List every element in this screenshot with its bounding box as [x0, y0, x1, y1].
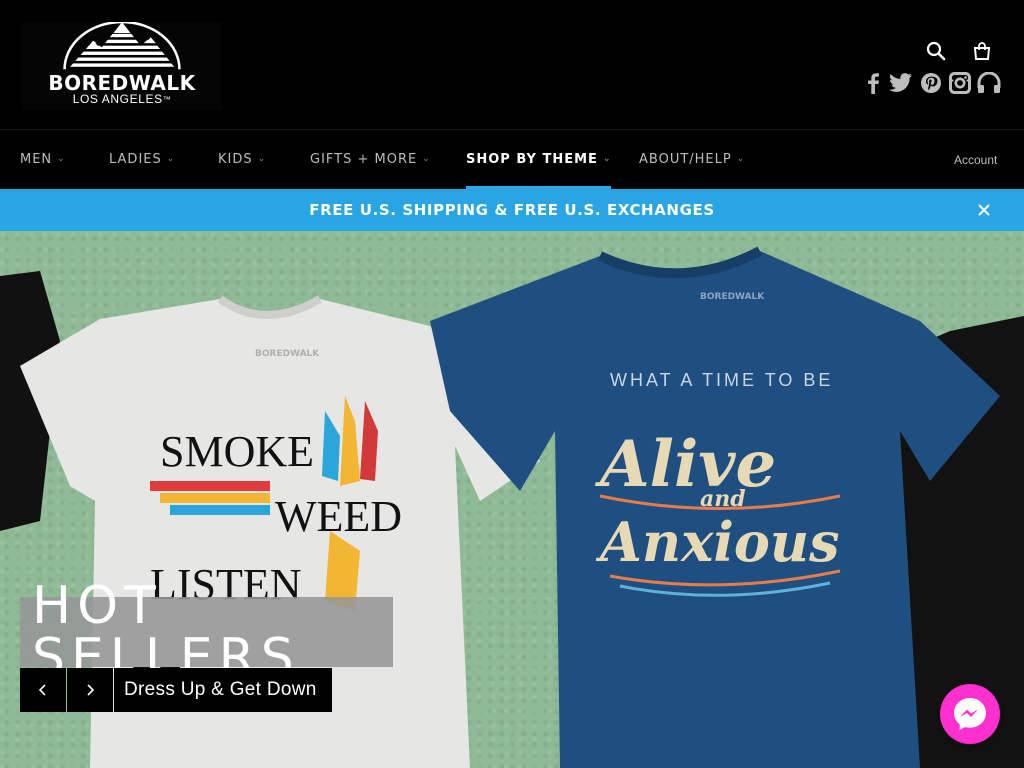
- svg-text:Alive: Alive: [595, 427, 776, 502]
- site-header: BOREDWALK LOS ANGELES™: [0, 0, 1024, 130]
- mountain-logo-icon: [63, 22, 181, 70]
- nav-label: GIFTS + MORE: [310, 152, 418, 167]
- nav-item-gifts-more[interactable]: GIFTS + MORE ⌄: [310, 130, 431, 189]
- svg-text:BOREDWALK: BOREDWALK: [255, 349, 320, 359]
- instagram-link[interactable]: [947, 70, 973, 96]
- instagram-icon: [949, 72, 971, 94]
- cart-icon: [973, 42, 991, 60]
- chevron-left-icon: [38, 684, 46, 696]
- slide-next-button[interactable]: [67, 668, 113, 712]
- chevron-down-icon: ⌄: [736, 153, 746, 164]
- twitter-icon: [889, 73, 912, 92]
- brand-name: BOREDWALK: [48, 71, 196, 95]
- announcement-bar: FREE U.S. SHIPPING & FREE U.S. EXCHANGES: [0, 189, 1024, 231]
- facebook-icon: [868, 73, 879, 94]
- close-icon: [978, 204, 990, 216]
- chevron-down-icon: ⌄: [257, 153, 267, 164]
- svg-text:WHAT A TIME TO BE: WHAT A TIME TO BE: [610, 370, 833, 390]
- svg-text:BOREDWALK: BOREDWALK: [700, 292, 765, 302]
- svg-text:WEED: WEED: [275, 492, 402, 541]
- pinterest-icon: [921, 73, 941, 93]
- headphones-icon: [977, 72, 1001, 93]
- main-nav: MEN ⌄ LADIES ⌄ KIDS ⌄ GIFTS + MORE ⌄ SHOP BY…: [0, 130, 1024, 189]
- nav-item-men[interactable]: MEN ⌄: [20, 130, 66, 189]
- nav-label: KIDS: [218, 152, 253, 167]
- nav-label: SHOP BY THEME: [466, 152, 598, 167]
- nav-label: LADIES: [109, 152, 162, 167]
- slide-prev-button[interactable]: [20, 668, 66, 712]
- cart-button[interactable]: [970, 39, 994, 63]
- twitter-link[interactable]: [888, 70, 914, 96]
- nav-item-shop-by-theme[interactable]: SHOP BY THEME ⌄: [466, 130, 612, 189]
- search-icon: [926, 41, 946, 61]
- print-text: SMOKE: [160, 427, 314, 476]
- messenger-icon: [954, 698, 986, 730]
- podcast-link[interactable]: [976, 70, 1002, 96]
- chevron-down-icon: ⌄: [166, 153, 176, 164]
- pinterest-link[interactable]: [918, 70, 944, 96]
- announcement-close-button[interactable]: [974, 200, 994, 220]
- nav-label: MEN: [20, 152, 53, 167]
- chevron-down-icon: ⌄: [57, 153, 66, 164]
- facebook-link[interactable]: [860, 70, 886, 96]
- chevron-down-icon: ⌄: [602, 153, 612, 164]
- slide-subtitle-link[interactable]: Dress Up & Get Down: [114, 668, 332, 712]
- nav-item-kids[interactable]: KIDS ⌄: [218, 130, 266, 189]
- svg-text:Anxious: Anxious: [595, 510, 840, 574]
- search-button[interactable]: [924, 39, 948, 63]
- brand-location: LOS ANGELES™: [72, 92, 172, 106]
- slide-title: HOT SELLERS: [20, 580, 393, 684]
- chevron-right-icon: [87, 684, 95, 696]
- messenger-chat-button[interactable]: [940, 684, 1000, 744]
- nav-label: ABOUT/HELP: [639, 152, 732, 167]
- nav-item-about-help[interactable]: ABOUT/HELP ⌄: [639, 130, 745, 189]
- chevron-down-icon: ⌄: [422, 153, 431, 164]
- account-link[interactable]: Account: [954, 130, 997, 189]
- brand-logo[interactable]: BOREDWALK LOS ANGELES™: [22, 22, 222, 110]
- nav-item-ladies[interactable]: LADIES ⌄: [109, 130, 175, 189]
- announcement-text: FREE U.S. SHIPPING & FREE U.S. EXCHANGES: [309, 201, 715, 219]
